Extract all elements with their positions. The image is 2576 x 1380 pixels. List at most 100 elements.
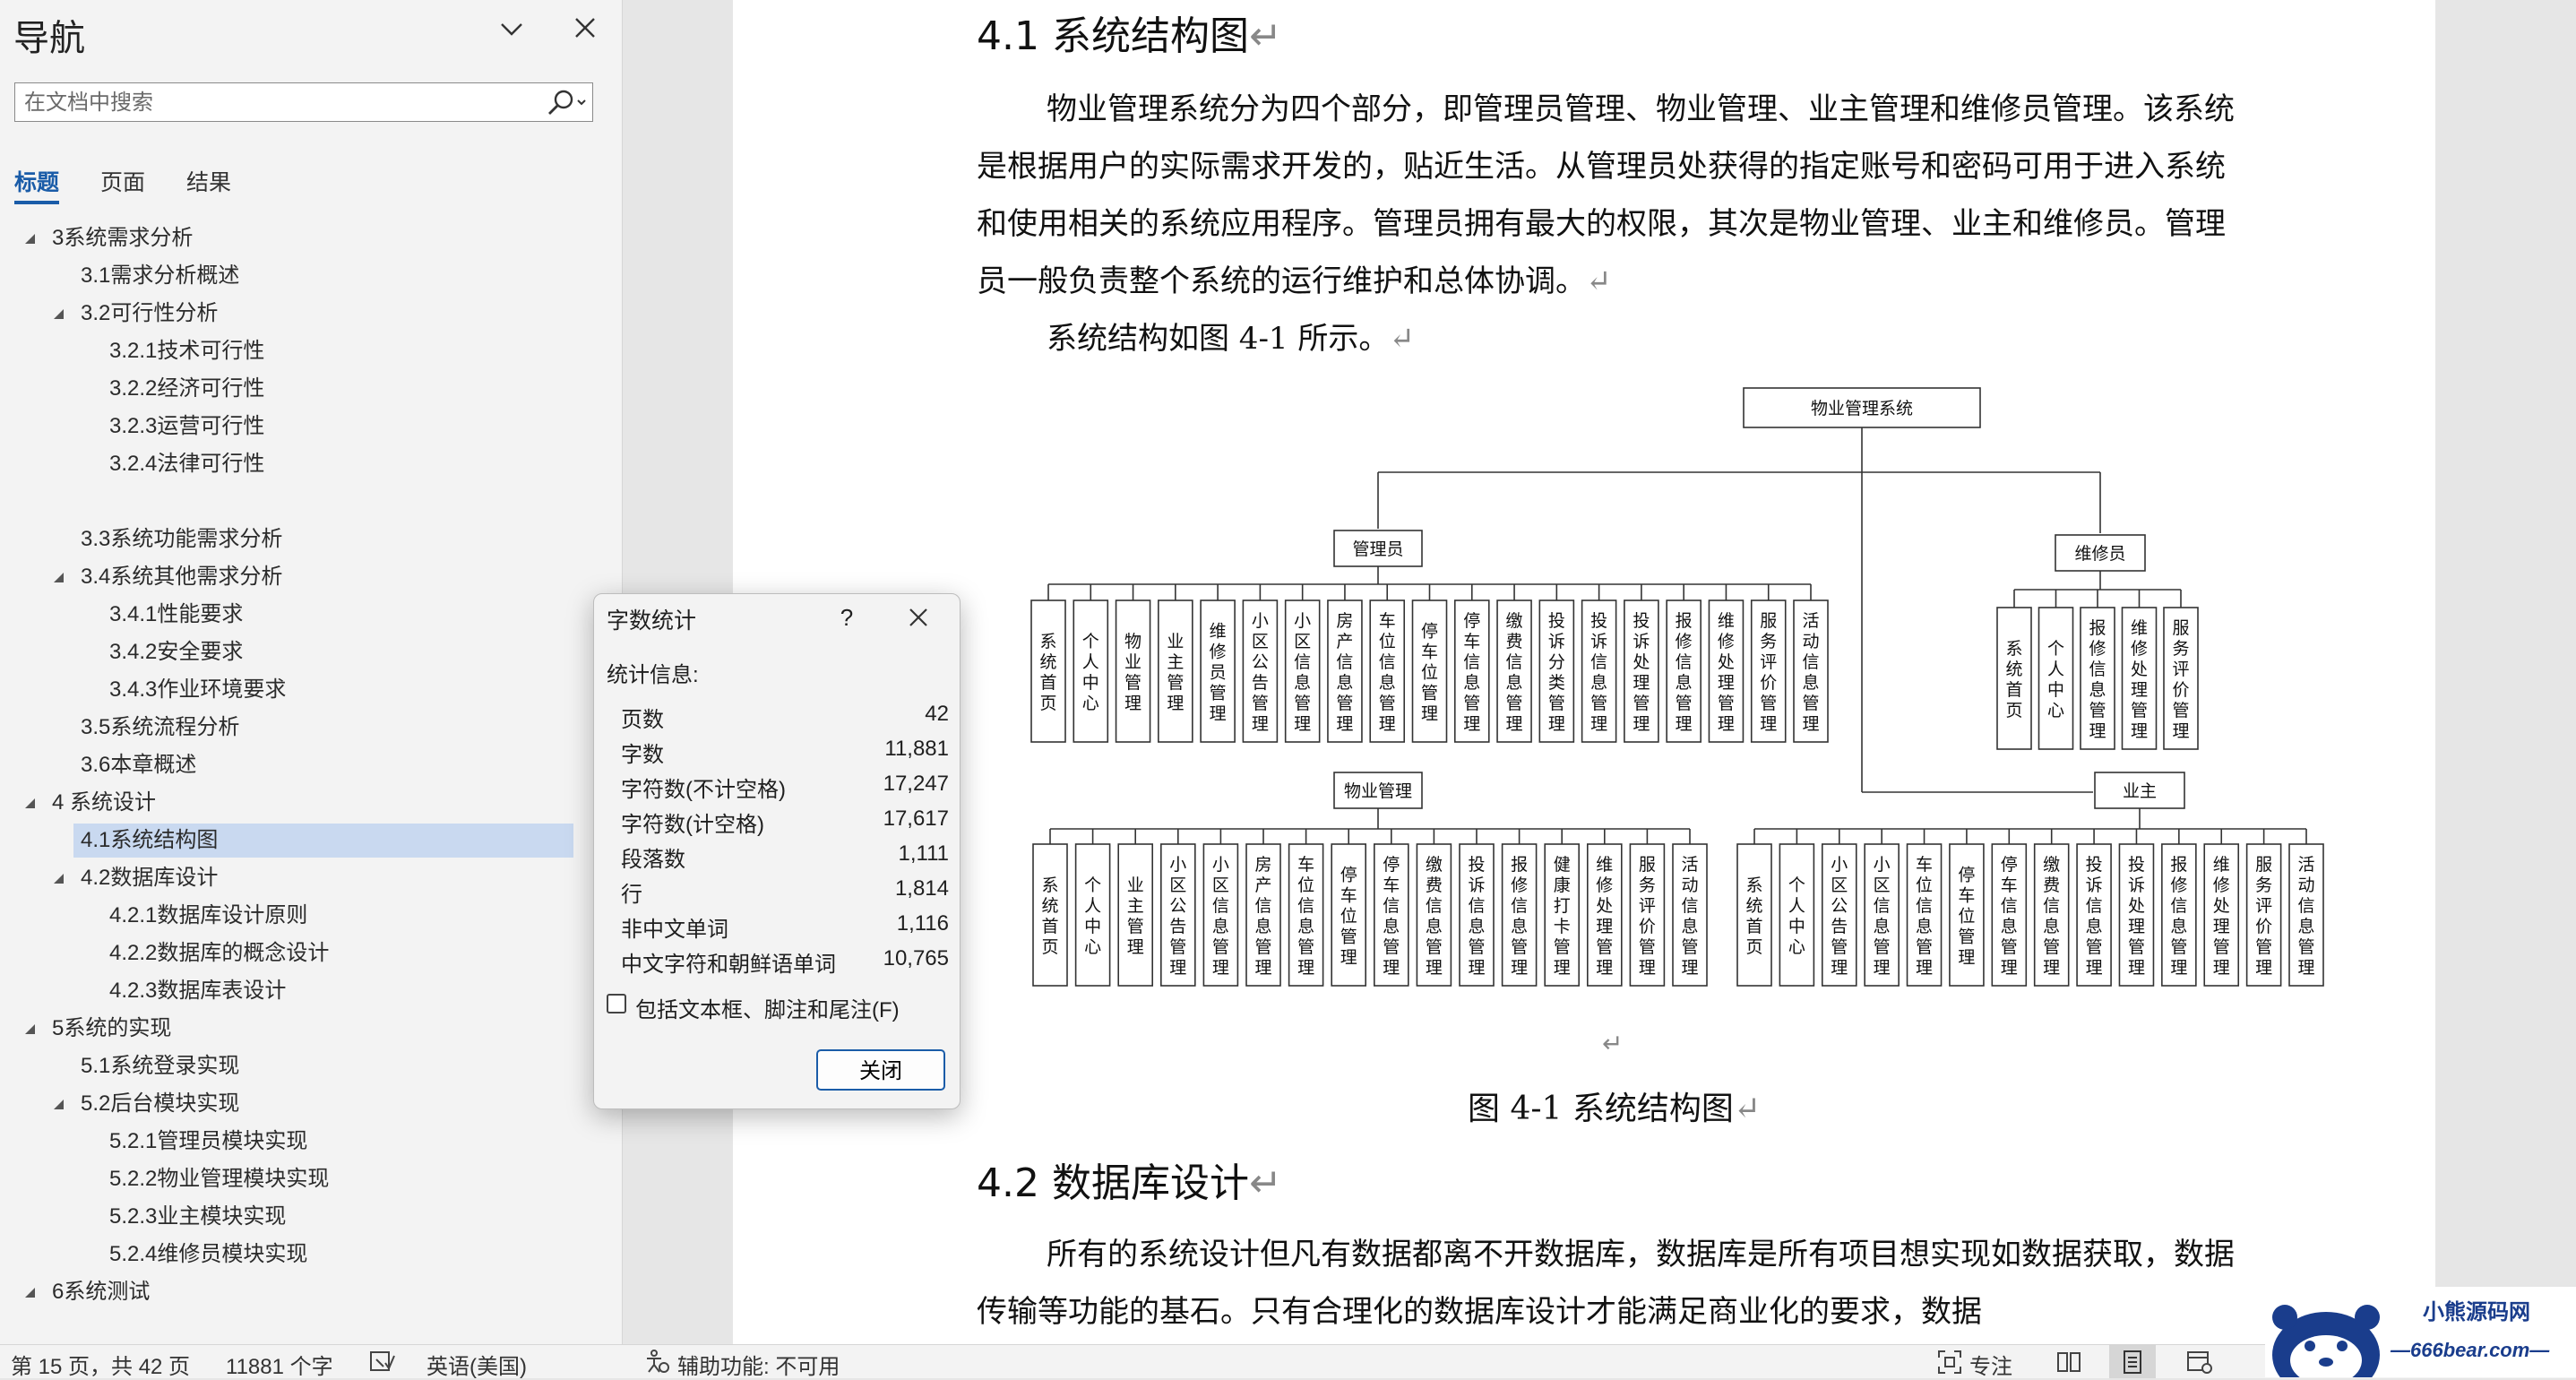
- expand-triangle-icon[interactable]: [54, 1100, 64, 1109]
- outline-item[interactable]: 4.2.2数据库的概念设计: [109, 936, 329, 970]
- leaf-label: 信: [1874, 896, 1891, 916]
- outline-item-label: 5.2.4维修员模块实现: [109, 1242, 308, 1266]
- outline-item[interactable]: 5.2.2物业管理模块实现: [109, 1162, 329, 1196]
- leaf-label: 缴: [1506, 611, 1523, 631]
- language-indicator[interactable]: 英语(美国): [426, 1349, 527, 1380]
- expand-triangle-icon[interactable]: [25, 234, 35, 244]
- focus-icon[interactable]: [1937, 1350, 1962, 1375]
- outline-item[interactable]: 4 系统设计: [52, 786, 156, 820]
- leaf-label: 信: [1463, 652, 1480, 672]
- leaf-label: 管: [1548, 694, 1565, 713]
- include-textbox-checkbox[interactable]: [607, 994, 626, 1013]
- leaf-label: 信: [2001, 896, 2018, 916]
- accessibility-indicator[interactable]: 辅助功能: 不可用: [677, 1349, 840, 1380]
- leaf-label: 理: [2213, 958, 2230, 978]
- leaf-label: 信: [2170, 896, 2187, 916]
- read-mode-icon[interactable]: [2055, 1350, 2082, 1375]
- outline-item[interactable]: 5.1系统登录实现: [81, 1049, 239, 1083]
- outline-item[interactable]: 5系统的实现: [52, 1012, 171, 1046]
- outline-item[interactable]: 3.2.4法律可行性: [109, 447, 264, 481]
- stat-row: 页数 42: [621, 702, 949, 736]
- leaf-label: 管: [1340, 927, 1357, 947]
- tab-results[interactable]: 结果: [186, 165, 231, 197]
- expand-triangle-icon[interactable]: [25, 1288, 35, 1298]
- leaf-label: 管: [2255, 937, 2272, 957]
- outline-item[interactable]: 5.2后台模块实现: [81, 1087, 239, 1121]
- watermark-url: —666bear.com—: [2391, 1339, 2550, 1361]
- leaf-label: 小: [1212, 855, 1229, 875]
- leaf-label: 息: [1506, 673, 1523, 693]
- outline-item[interactable]: 3.6本章概述: [81, 748, 196, 782]
- accessibility-icon[interactable]: [643, 1349, 670, 1374]
- leaf-label: 管: [1210, 684, 1227, 703]
- outline-item[interactable]: 3.4.1性能要求: [109, 598, 243, 632]
- stat-value: 17,247: [883, 772, 949, 796]
- include-textbox-label[interactable]: 包括文本框、脚注和尾注(F): [635, 992, 900, 1023]
- paragraph-mark: ↵: [1602, 1030, 1624, 1057]
- leaf-label: 业: [1124, 652, 1142, 672]
- tab-pages[interactable]: 页面: [100, 165, 145, 197]
- leaf-label: 理: [1426, 958, 1443, 978]
- outline-item[interactable]: 3.2.1技术可行性: [109, 334, 264, 368]
- close-button[interactable]: 关闭: [816, 1049, 945, 1091]
- word-count-indicator[interactable]: 11881 个字: [226, 1349, 333, 1380]
- leaf-label: 停: [2001, 855, 2018, 875]
- outline-item[interactable]: 3.2.2经济可行性: [109, 372, 264, 406]
- outline-item[interactable]: 4.2数据库设计: [81, 861, 218, 895]
- tab-headings[interactable]: 标题: [14, 165, 59, 197]
- leaf-label: 中: [1084, 917, 1101, 936]
- outline-item[interactable]: 4.2.1数据库设计原则: [109, 899, 307, 933]
- leaf-label: 小: [1874, 855, 1891, 875]
- outline-item[interactable]: 5.2.4维修员模块实现: [109, 1238, 307, 1272]
- leaf-label: 告: [1252, 673, 1269, 693]
- help-button[interactable]: ?: [829, 599, 865, 635]
- outline-item[interactable]: 3.3系统功能需求分析: [81, 522, 282, 556]
- leaf-label: 卡: [1554, 917, 1571, 936]
- outline-item[interactable]: 6系统测试: [52, 1275, 150, 1309]
- leaf-label: 理: [1127, 937, 1144, 957]
- outline-item[interactable]: 3.1需求分析概述: [81, 259, 239, 293]
- outline-item[interactable]: 5.2.3业主模块实现: [109, 1200, 286, 1234]
- leaf-label: 统: [1039, 652, 1056, 672]
- group-node-label: 管理员: [1352, 539, 1403, 559]
- expand-triangle-icon[interactable]: [25, 1024, 35, 1034]
- outline-item[interactable]: 3.4.3作业环境要求: [109, 673, 286, 707]
- expand-triangle-icon[interactable]: [25, 798, 35, 808]
- expand-triangle-icon[interactable]: [54, 573, 64, 582]
- leaf-label: 修: [1596, 875, 1613, 895]
- leaf-label: 管: [1254, 937, 1271, 957]
- outline-item[interactable]: 3.4.2安全要求: [109, 635, 243, 669]
- close-icon[interactable]: [899, 599, 938, 635]
- outline-item[interactable]: 5.2.1管理员模块实现: [109, 1125, 307, 1159]
- leaf-label: 服: [1760, 611, 1777, 631]
- outline-item[interactable]: 4.1系统结构图: [73, 824, 573, 858]
- leaf-label: 信: [1590, 652, 1607, 672]
- outline-item[interactable]: 3.5系统流程分析: [81, 711, 239, 745]
- chevron-down-icon[interactable]: [498, 16, 525, 43]
- leaf-label: 理: [1212, 958, 1229, 978]
- proofing-icon[interactable]: [369, 1350, 396, 1374]
- leaf-label: 车: [2001, 875, 2018, 895]
- nav-title: 导航: [13, 19, 85, 58]
- outline-item[interactable]: 3系统需求分析: [52, 221, 193, 255]
- outline-item[interactable]: 4.2.3数据库表设计: [109, 974, 286, 1008]
- focus-label[interactable]: 专注: [1969, 1349, 2012, 1380]
- search-icon[interactable]: [542, 87, 589, 117]
- leaf-label: 诉: [1468, 875, 1485, 895]
- outline-item[interactable]: 3.2.3运营可行性: [109, 410, 264, 444]
- stat-label: 字符数(不计空格): [621, 778, 786, 802]
- leaf-label: 位: [1958, 907, 1975, 927]
- search-input[interactable]: [22, 83, 546, 123]
- outline-item[interactable]: 3.4系统其他需求分析: [81, 560, 282, 594]
- expand-triangle-icon[interactable]: [54, 309, 64, 319]
- web-layout-icon[interactable]: [2186, 1350, 2213, 1375]
- expand-triangle-icon[interactable]: [54, 874, 64, 884]
- leaf-label: 管: [2297, 937, 2314, 957]
- outline-item[interactable]: 3.2可行性分析: [81, 297, 218, 331]
- leaf-label: 理: [1468, 958, 1485, 978]
- leaf-label: 理: [1590, 714, 1607, 734]
- page-indicator[interactable]: 第 15 页，共 42 页: [11, 1349, 190, 1380]
- print-layout-icon[interactable]: [2120, 1350, 2145, 1375]
- close-icon[interactable]: [572, 14, 599, 41]
- document-page[interactable]: 4.1 系统结构图↵ 物业管理系统分为四个部分，即管理员管理、物业管理、业主管理…: [733, 0, 2435, 1344]
